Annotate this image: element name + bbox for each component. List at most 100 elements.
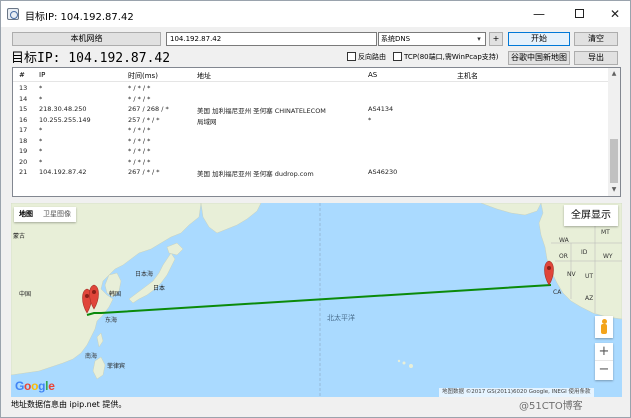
chevron-down-icon: ▾ bbox=[477, 35, 481, 43]
scroll-down-icon[interactable]: ▼ bbox=[608, 184, 620, 196]
philippines-landmass bbox=[92, 356, 106, 380]
cell-ip: 104.192.87.42 bbox=[39, 168, 87, 176]
map-type-satellite-button[interactable]: 卫星图像 bbox=[38, 207, 76, 222]
cell-as: AS4134 bbox=[368, 105, 394, 113]
minimize-button[interactable]: — bbox=[522, 1, 556, 27]
dns-select-value: 系统DNS bbox=[381, 35, 411, 43]
table-row[interactable]: 16 10.255.255.149 257 / * / * 局域网 * bbox=[13, 115, 609, 126]
cell-time: * / * / * bbox=[128, 94, 151, 103]
cell-ip: * bbox=[39, 126, 43, 134]
cell-num: 20 bbox=[19, 157, 28, 166]
pegman-icon bbox=[600, 319, 608, 335]
table-row[interactable]: 19 * * / * / * bbox=[13, 146, 609, 157]
cell-time: * / * / * bbox=[128, 126, 151, 134]
fullscreen-button[interactable]: 全屏显示 bbox=[564, 205, 618, 226]
google-china-map-button[interactable]: 谷歌中国新地图 bbox=[508, 51, 570, 65]
col-header-hostname[interactable]: 主机名 bbox=[457, 71, 478, 81]
cell-time: 257 / * / * bbox=[128, 115, 160, 124]
trace-results-table[interactable]: # IP 时间(ms) 地址 AS 主机名 13 * * / * / * 14 … bbox=[12, 67, 621, 197]
target-ip-label: 目标IP: 104.192.87.42 bbox=[11, 51, 171, 66]
maximize-button[interactable] bbox=[562, 1, 596, 27]
table-row[interactable]: 18 * * / * / * bbox=[13, 136, 609, 147]
map-label-sea-of-japan: 日本海 bbox=[135, 271, 154, 278]
cell-num: 17 bbox=[19, 126, 28, 134]
cell-num: 13 bbox=[19, 84, 28, 92]
route-map[interactable]: 蒙古 中国 韩国 日本 日本海 东海 南海 菲律宾 北太平洋 WA OR ID … bbox=[11, 203, 622, 397]
cell-address: 美国 加利福尼亚州 圣何塞 dudrop.com bbox=[197, 170, 314, 178]
map-label-mongolia: 蒙古 bbox=[13, 233, 26, 240]
clear-button[interactable]: 清空 bbox=[574, 32, 618, 46]
checkbox-icon bbox=[347, 52, 356, 61]
scrollbar-thumb[interactable] bbox=[610, 139, 618, 183]
export-button[interactable]: 导出 bbox=[574, 51, 618, 65]
cell-num: 19 bbox=[19, 147, 28, 155]
hokkaido-landmass bbox=[166, 242, 184, 256]
map-type-control: 地图 卫星图像 bbox=[14, 207, 76, 222]
reverse-route-checkbox[interactable]: 反向路由 bbox=[347, 52, 386, 64]
map-label-ca: CA bbox=[553, 289, 562, 296]
cell-ip: * bbox=[39, 84, 43, 92]
map-label-china: 中国 bbox=[19, 291, 32, 298]
table-body: 13 * * / * / * 14 * * / * / * 15 218.30.… bbox=[13, 83, 609, 178]
cell-time: * / * / * bbox=[128, 136, 151, 145]
cell-address: 美国 加利福尼亚州 圣何塞 CHINATELECOM bbox=[197, 107, 326, 115]
tcp-checkbox[interactable]: TCP(80端口,需WinPcap支持) bbox=[393, 52, 499, 64]
cell-ip: * bbox=[39, 147, 43, 155]
cell-address: 局域网 bbox=[197, 117, 217, 126]
col-header-address[interactable]: 地址 bbox=[197, 71, 211, 81]
map-label-az: AZ bbox=[585, 295, 594, 302]
cell-as: * bbox=[368, 115, 372, 124]
russia-far-east-landmass bbox=[200, 203, 262, 234]
map-label-wy: WY bbox=[603, 253, 613, 260]
col-header-ip[interactable]: IP bbox=[39, 71, 45, 79]
japan-landmass bbox=[128, 252, 176, 304]
alaska-landmass bbox=[480, 203, 542, 216]
map-label-nv: NV bbox=[567, 271, 576, 278]
cell-time: * / * / * bbox=[128, 147, 151, 155]
cell-num: 21 bbox=[19, 168, 28, 176]
scroll-up-icon[interactable]: ▲ bbox=[608, 68, 620, 80]
street-view-button[interactable] bbox=[595, 316, 613, 338]
cell-ip: * bbox=[39, 94, 43, 103]
table-row[interactable]: 20 * * / * / * bbox=[13, 157, 609, 168]
table-row[interactable]: 21 104.192.87.42 267 / * / * 美国 加利福尼亚州 圣… bbox=[13, 167, 609, 178]
status-text: 地址数据信息由 ipip.net 提供。 bbox=[11, 400, 127, 409]
cell-time: * / * / * bbox=[128, 157, 151, 166]
target-ip-input[interactable]: 104.192.87.42 bbox=[166, 32, 377, 46]
map-attribution[interactable]: 地图数据 ©2017 GS(2011)6020 Google, INEGI 使用… bbox=[439, 388, 594, 397]
app-window: 目标IP: 104.192.87.42 — ✕ 本机网络 104.192.87.… bbox=[0, 0, 631, 418]
dns-select[interactable]: 系统DNS ▾ bbox=[378, 32, 486, 46]
hawaii-island bbox=[409, 364, 413, 368]
add-button[interactable]: + bbox=[489, 32, 503, 46]
map-label-philippines: 菲律宾 bbox=[107, 363, 126, 370]
taiwan-landmass bbox=[96, 332, 104, 348]
col-header-num[interactable]: # bbox=[19, 71, 25, 79]
hawaii-island bbox=[402, 361, 406, 365]
start-button[interactable]: 开始 bbox=[508, 32, 570, 46]
zoom-out-button[interactable]: − bbox=[595, 361, 613, 379]
map-label-mt: MT bbox=[601, 229, 610, 236]
map-type-map-button[interactable]: 地图 bbox=[14, 207, 38, 222]
app-icon bbox=[7, 8, 19, 20]
table-row[interactable]: 14 * * / * / * bbox=[13, 94, 609, 105]
table-row[interactable]: 17 * * / * / * bbox=[13, 125, 609, 136]
google-logo: Google bbox=[15, 379, 55, 393]
table-scrollbar[interactable]: ▲ ▼ bbox=[608, 68, 620, 196]
local-network-button[interactable]: 本机网络 bbox=[12, 32, 161, 46]
close-button[interactable]: ✕ bbox=[598, 1, 631, 27]
table-row[interactable]: 15 218.30.48.250 267 / 268 / * 美国 加利福尼亚州… bbox=[13, 104, 609, 115]
map-label-japan: 日本 bbox=[153, 285, 166, 292]
cell-time: 267 / * / * bbox=[128, 168, 160, 176]
map-canvas bbox=[11, 203, 622, 397]
col-header-as[interactable]: AS bbox=[368, 71, 377, 79]
tcp-label: TCP(80端口,需WinPcap支持) bbox=[404, 53, 499, 61]
window-title: 目标IP: 104.192.87.42 bbox=[25, 12, 134, 23]
zoom-in-button[interactable]: + bbox=[595, 343, 613, 361]
table-row[interactable]: 13 * * / * / * bbox=[13, 83, 609, 94]
map-label-korea: 韩国 bbox=[109, 291, 122, 298]
map-label-east-china-sea: 东海 bbox=[105, 317, 118, 324]
cell-num: 18 bbox=[19, 136, 28, 145]
cell-ip: 10.255.255.149 bbox=[39, 115, 91, 124]
col-header-time[interactable]: 时间(ms) bbox=[128, 71, 158, 81]
cell-as: AS46230 bbox=[368, 168, 398, 176]
